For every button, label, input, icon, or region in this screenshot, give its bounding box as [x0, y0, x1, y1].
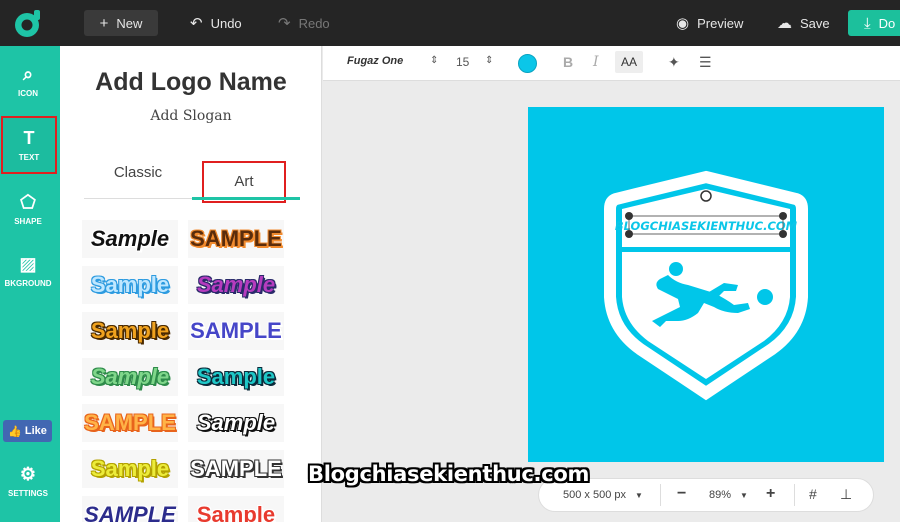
- magic-wand-icon[interactable]: ✦: [668, 54, 680, 71]
- rail-text-label: TEXT: [18, 153, 40, 162]
- like-label: Like: [24, 425, 47, 437]
- background-icon: ▨: [19, 254, 37, 274]
- rotate-handle-icon[interactable]: [700, 190, 712, 202]
- art-text-sample[interactable]: SAMPLE: [82, 404, 178, 442]
- art-text-sample[interactable]: SAMPLE: [188, 220, 284, 258]
- new-label: New: [116, 15, 143, 31]
- app-logo[interactable]: [12, 8, 44, 38]
- tab-classic[interactable]: Classic: [86, 164, 190, 181]
- facebook-like-button[interactable]: 👍 Like: [3, 420, 52, 442]
- chevron-down-icon[interactable]: ▼: [635, 491, 643, 500]
- rail-shape-label: SHAPE: [14, 217, 42, 226]
- font-size-input[interactable]: 15: [456, 55, 469, 69]
- logo-text[interactable]: BLOGCHIASEKIENTHUC.COM: [615, 219, 798, 233]
- zoom-out-button[interactable]: −: [677, 485, 686, 503]
- watermark-text: Blogchiasekienthuc.com: [308, 462, 590, 486]
- download-button[interactable]: ⤓ Do: [848, 10, 900, 36]
- download-icon: ⤓: [864, 14, 871, 32]
- rail-settings-label: SETTINGS: [7, 489, 48, 498]
- redo-label: Redo: [298, 15, 330, 31]
- art-text-sample[interactable]: Sample: [188, 358, 284, 396]
- divider: [660, 484, 661, 506]
- text-color-swatch[interactable]: [518, 54, 537, 73]
- resize-handle[interactable]: [779, 212, 787, 220]
- grid-icon[interactable]: #: [809, 486, 817, 502]
- bold-button[interactable]: B: [563, 54, 573, 70]
- art-text-sample[interactable]: Sample: [82, 450, 178, 488]
- font-family-select[interactable]: Fugaz One: [347, 55, 403, 67]
- resize-handle[interactable]: [625, 230, 633, 238]
- rail-icon-label: ICON: [18, 89, 38, 98]
- rail-item-shape[interactable]: ⬠ SHAPE: [0, 192, 56, 226]
- undo-label: Undo: [210, 15, 242, 31]
- download-label: Do: [878, 15, 896, 31]
- new-button[interactable]: + New: [84, 10, 158, 36]
- art-text-sample[interactable]: Sample: [82, 312, 178, 350]
- undo-icon: ↶: [190, 14, 203, 32]
- active-tab-indicator: [192, 197, 300, 200]
- undo-button[interactable]: ↶ Undo: [190, 10, 242, 36]
- preview-button[interactable]: ◉ Preview: [676, 10, 743, 36]
- art-text-sample[interactable]: Sample: [188, 404, 284, 442]
- rail-item-icon[interactable]: ⌕ ICON: [0, 64, 56, 98]
- eye-icon: ◉: [676, 14, 690, 32]
- add-slogan-button[interactable]: Add Slogan: [60, 108, 321, 124]
- zoom-in-button[interactable]: +: [766, 485, 775, 503]
- rail-item-text[interactable]: T TEXT: [1, 116, 57, 174]
- tool-rail: ⌕ ICON T TEXT ⬠ SHAPE ▨ BKGROUND 👍 Like …: [0, 46, 60, 522]
- text-panel: Add Logo Name Add Slogan Classic Art Sam…: [60, 46, 322, 522]
- divider: [794, 484, 795, 506]
- uppercase-button[interactable]: AA: [615, 51, 644, 73]
- font-select-arrows-icon[interactable]: ⇕: [430, 55, 438, 66]
- art-text-sample[interactable]: Sample: [82, 266, 178, 304]
- gear-icon: ⚙: [19, 464, 37, 484]
- font-size-arrows-icon[interactable]: ⇕: [485, 55, 493, 66]
- top-bar: + New ↶ Undo ↷ Redo ◉ Preview ☁ Save ⤓ D…: [0, 0, 900, 46]
- rail-item-settings[interactable]: ⚙ SETTINGS: [0, 464, 56, 498]
- thumbs-up-icon: 👍: [8, 425, 22, 438]
- italic-button[interactable]: I: [593, 54, 599, 70]
- art-text-sample[interactable]: Sample: [82, 220, 178, 258]
- align-icon[interactable]: ⊥: [840, 486, 852, 503]
- shape-icon: ⬠: [20, 192, 36, 212]
- redo-button[interactable]: ↷ Redo: [278, 10, 330, 36]
- zoom-level[interactable]: 89%: [709, 489, 731, 501]
- art-text-sample[interactable]: SAMPLE: [188, 450, 284, 488]
- plus-icon: +: [99, 14, 109, 32]
- line-spacing-icon[interactable]: ☰: [699, 54, 712, 71]
- shield-logo[interactable]: BLOGCHIASEKIENTHUC.COM: [528, 107, 884, 462]
- text-toolbar: Fugaz One ⇕ 15 ⇕ B I AA ✦ ☰: [323, 46, 900, 81]
- text-icon: T: [23, 128, 35, 148]
- design-canvas[interactable]: BLOGCHIASEKIENTHUC.COM: [528, 107, 884, 462]
- resize-handle[interactable]: [625, 212, 633, 220]
- art-text-sample[interactable]: SAMPLE: [188, 312, 284, 350]
- cloud-upload-icon: ☁: [777, 14, 792, 32]
- rail-bkground-label: BKGROUND: [4, 279, 52, 288]
- canvas-size-select[interactable]: 500 x 500 px: [563, 489, 626, 501]
- resize-handle[interactable]: [779, 230, 787, 238]
- save-button[interactable]: ☁ Save: [777, 10, 830, 36]
- art-text-sample[interactable]: Sample: [188, 266, 284, 304]
- art-text-sample[interactable]: Sample: [188, 496, 284, 522]
- art-text-sample[interactable]: SAMPLE: [82, 496, 178, 522]
- preview-label: Preview: [697, 15, 744, 31]
- save-label: Save: [800, 15, 830, 31]
- chevron-down-icon[interactable]: ▼: [740, 491, 748, 500]
- search-icon: ⌕: [22, 64, 34, 84]
- art-text-sample[interactable]: Sample: [82, 358, 178, 396]
- rail-item-bkground[interactable]: ▨ BKGROUND: [0, 254, 56, 288]
- redo-icon: ↷: [278, 14, 291, 32]
- add-logo-name-button[interactable]: Add Logo Name: [60, 68, 321, 97]
